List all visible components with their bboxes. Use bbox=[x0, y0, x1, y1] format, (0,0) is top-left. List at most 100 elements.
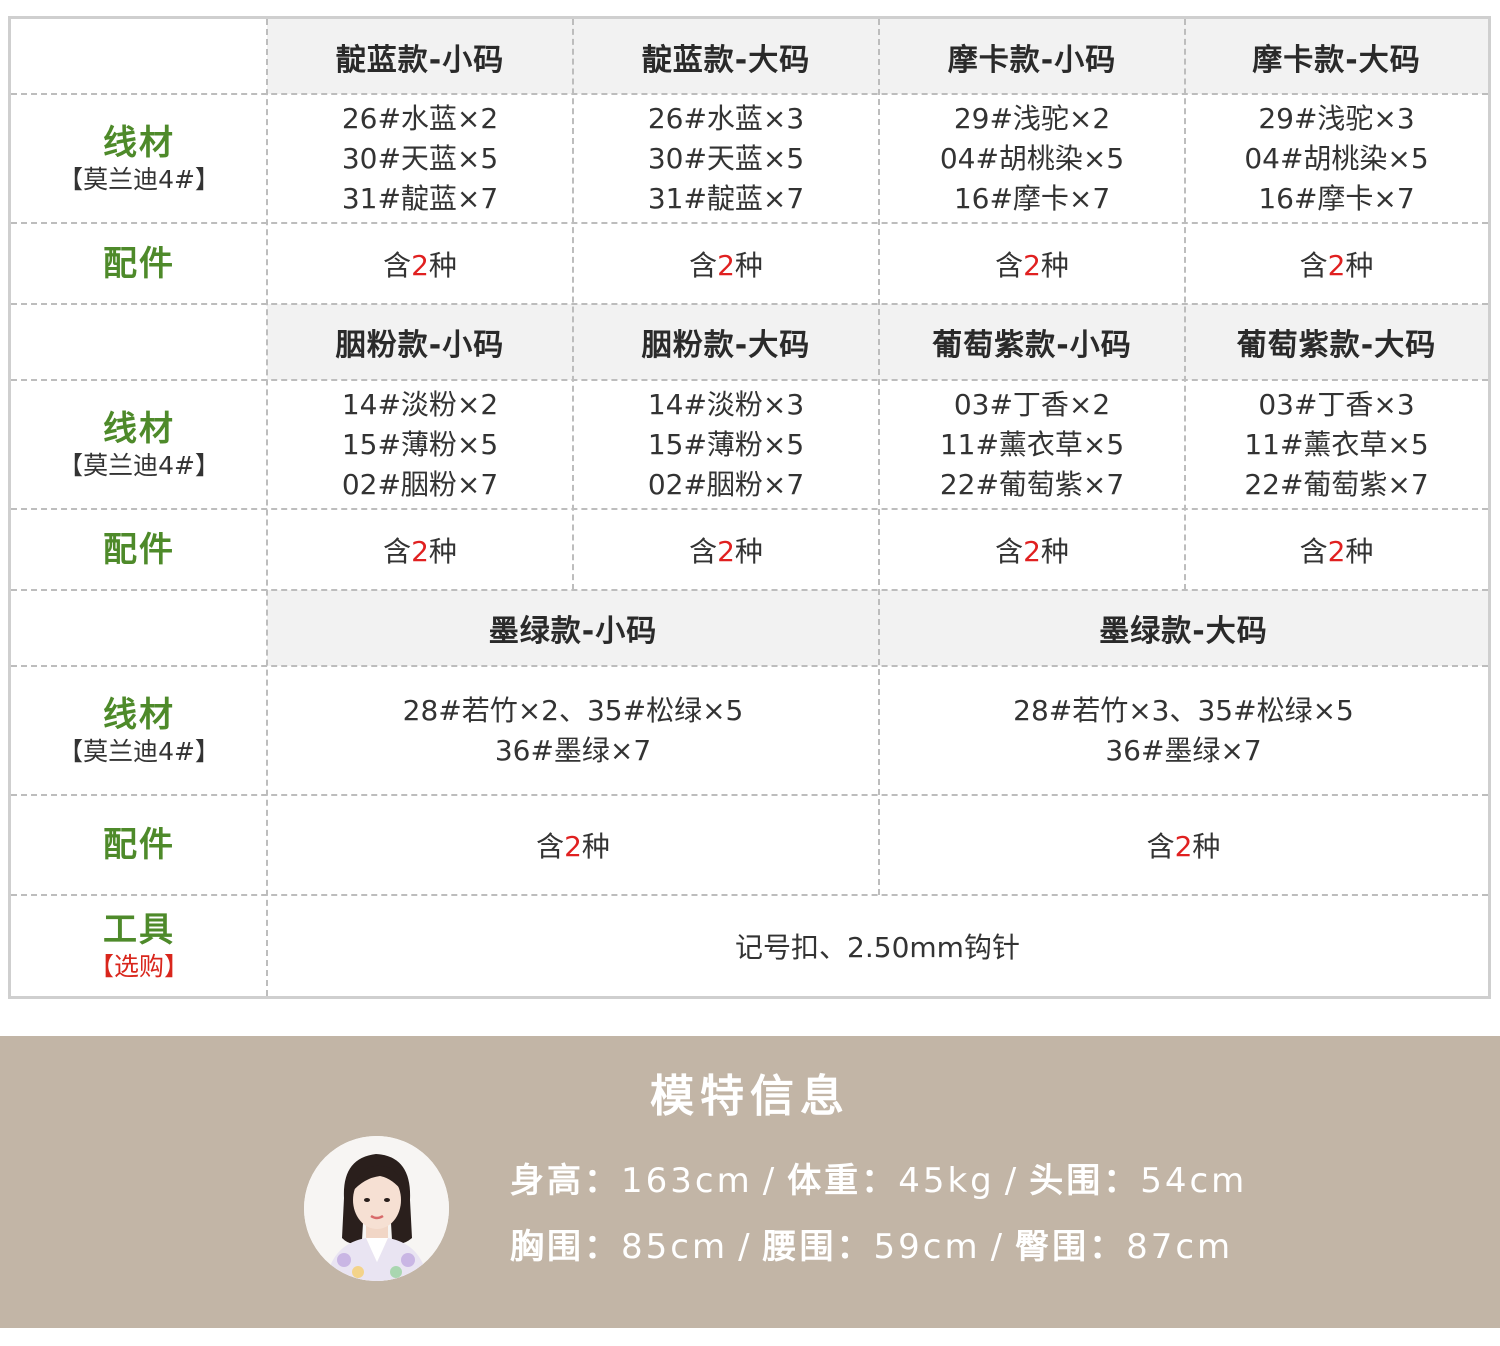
accessory-number: 2 bbox=[1174, 830, 1193, 863]
tools-label-cell: 工具 【选购】 bbox=[11, 895, 267, 996]
stat-value: 59cm bbox=[873, 1227, 981, 1267]
accessory-label-cell: 配件 bbox=[11, 509, 267, 590]
yarn-line: 03#丁香×2 bbox=[953, 387, 1111, 421]
accessory-suffix: 种 bbox=[1345, 534, 1374, 568]
style-name: 胭粉款-大码 bbox=[641, 328, 811, 363]
accessory-prefix: 含 bbox=[536, 830, 565, 863]
accessory-prefix: 含 bbox=[383, 534, 412, 568]
yarn-row: 线材 【莫兰迪4#】 14#淡粉×2 15#薄粉×5 02#胭粉×7 14#淡粉… bbox=[11, 380, 1488, 509]
divider bbox=[266, 19, 268, 996]
stat-separator: / bbox=[990, 1227, 1006, 1267]
accessory-count: 含2种 bbox=[995, 244, 1069, 284]
stat-key: 胸围： bbox=[510, 1227, 621, 1267]
yarn-cell: 14#淡粉×2 15#薄粉×5 02#胭粉×7 bbox=[267, 380, 573, 509]
model-portrait-icon bbox=[304, 1136, 449, 1281]
style-header: 葡萄紫款-小码 bbox=[879, 304, 1185, 380]
divider bbox=[11, 894, 1488, 896]
yarn-line: 36#墨绿×7 bbox=[1105, 733, 1262, 767]
accessory-count: 含2种 bbox=[689, 244, 763, 284]
accessory-prefix: 含 bbox=[383, 248, 412, 282]
yarn-cell: 28#若竹×3、35#松绿×5 36#墨绿×7 bbox=[879, 666, 1488, 795]
yarn-line: 22#葡萄紫×7 bbox=[939, 467, 1125, 501]
accessory-number: 2 bbox=[1023, 248, 1041, 282]
yarn-line: 11#薰衣草×5 bbox=[939, 427, 1125, 461]
style-name: 墨绿款-大码 bbox=[1099, 614, 1268, 649]
yarn-line: 02#胭粉×7 bbox=[341, 467, 499, 501]
yarn-line: 30#天蓝×5 bbox=[647, 141, 805, 175]
materials-table: 靛蓝款-小码 靛蓝款-大码 摩卡款-小码 摩卡款-大码 线材 【莫兰迪4#】 2… bbox=[8, 16, 1491, 999]
style-header: 胭粉款-大码 bbox=[573, 304, 879, 380]
accessory-count: 含2种 bbox=[1300, 530, 1374, 570]
accessory-suffix: 种 bbox=[1192, 830, 1221, 863]
yarn-line: 04#胡桃染×5 bbox=[1244, 141, 1429, 175]
divider bbox=[11, 589, 1488, 591]
style-header: 靛蓝款-小码 bbox=[267, 19, 573, 94]
yarn-cell: 29#浅驼×2 04#胡桃染×5 16#摩卡×7 bbox=[879, 94, 1185, 223]
yarn-line: 29#浅驼×2 bbox=[953, 101, 1111, 135]
accessory-suffix: 种 bbox=[1345, 248, 1374, 282]
accessory-cell: 含2种 bbox=[267, 223, 573, 304]
yarn-label: 线材 bbox=[103, 694, 175, 735]
style-name: 胭粉款-小码 bbox=[335, 328, 505, 363]
accessory-prefix: 含 bbox=[1146, 830, 1175, 863]
stat-separator: / bbox=[738, 1227, 753, 1267]
yarn-line: 31#靛蓝×7 bbox=[341, 181, 499, 215]
accessory-prefix: 含 bbox=[689, 534, 718, 568]
accessory-suffix: 种 bbox=[1040, 248, 1069, 282]
accessory-number: 2 bbox=[717, 248, 735, 282]
accessory-count: 含2种 bbox=[689, 530, 763, 570]
style-name: 摩卡款-大码 bbox=[1252, 42, 1421, 78]
accessory-cell: 含2种 bbox=[573, 509, 879, 590]
style-header: 葡萄紫款-大码 bbox=[1185, 304, 1488, 380]
accessory-cell: 含2种 bbox=[1185, 223, 1488, 304]
yarn-row: 线材 【莫兰迪4#】 26#水蓝×2 30#天蓝×5 31#靛蓝×7 26#水蓝… bbox=[11, 94, 1488, 223]
header-row: 胭粉款-小码 胭粉款-大码 葡萄紫款-小码 葡萄紫款-大码 bbox=[11, 304, 1488, 380]
yarn-cell: 26#水蓝×2 30#天蓝×5 31#靛蓝×7 bbox=[267, 94, 573, 223]
divider bbox=[11, 379, 1488, 381]
header-label-cell bbox=[11, 590, 267, 666]
style-name: 靛蓝款-大码 bbox=[641, 42, 811, 78]
yarn-brand: 【莫兰迪4#】 bbox=[58, 450, 220, 480]
model-avatar bbox=[304, 1136, 449, 1281]
accessory-label: 配件 bbox=[103, 243, 175, 284]
divider bbox=[878, 19, 880, 895]
yarn-cell: 26#水蓝×3 30#天蓝×5 31#靛蓝×7 bbox=[573, 94, 879, 223]
accessory-cell: 含2种 bbox=[879, 223, 1185, 304]
accessory-number: 2 bbox=[717, 534, 735, 568]
yarn-cell: 03#丁香×3 11#薰衣草×5 22#葡萄紫×7 bbox=[1185, 380, 1488, 509]
model-stats-line-1: 身高：163cm / 体重：45kg / 头围：54cm bbox=[510, 1153, 1247, 1202]
header-label-cell bbox=[11, 19, 267, 94]
divider bbox=[11, 222, 1488, 224]
accessory-label-cell: 配件 bbox=[11, 223, 267, 304]
yarn-line: 11#薰衣草×5 bbox=[1244, 427, 1429, 461]
style-header: 墨绿款-大码 bbox=[879, 590, 1488, 666]
stat-key: 腰围： bbox=[762, 1227, 874, 1267]
divider bbox=[1184, 19, 1186, 590]
style-header: 胭粉款-小码 bbox=[267, 304, 573, 380]
accessory-suffix: 种 bbox=[1040, 534, 1069, 568]
yarn-line: 26#水蓝×3 bbox=[647, 101, 805, 135]
stat-key: 臀围： bbox=[1015, 1227, 1127, 1267]
style-header: 靛蓝款-大码 bbox=[573, 19, 879, 94]
style-header: 墨绿款-小码 bbox=[267, 590, 879, 666]
accessory-cell: 含2种 bbox=[267, 795, 879, 895]
stat-separator: / bbox=[762, 1161, 778, 1201]
yarn-line: 29#浅驼×3 bbox=[1258, 101, 1415, 135]
yarn-line: 22#葡萄紫×7 bbox=[1244, 467, 1429, 501]
stat-key: 身高： bbox=[510, 1161, 621, 1201]
divider bbox=[11, 303, 1488, 305]
yarn-row: 线材 【莫兰迪4#】 28#若竹×2、35#松绿×5 36#墨绿×7 28#若竹… bbox=[11, 666, 1488, 795]
model-info-title: 模特信息 bbox=[650, 1071, 850, 1122]
style-name: 葡萄紫款-大码 bbox=[1236, 328, 1437, 363]
yarn-line: 15#薄粉×5 bbox=[647, 427, 805, 461]
yarn-line: 26#水蓝×2 bbox=[341, 101, 499, 135]
accessory-number: 2 bbox=[1327, 534, 1346, 568]
yarn-line: 14#淡粉×3 bbox=[647, 387, 805, 421]
accessory-row: 配件 含2种 含2种 含2种 含2种 bbox=[11, 509, 1488, 590]
accessory-prefix: 含 bbox=[689, 248, 718, 282]
accessory-cell: 含2种 bbox=[879, 509, 1185, 590]
yarn-line: 15#薄粉×5 bbox=[341, 427, 499, 461]
yarn-label: 线材 bbox=[103, 408, 175, 449]
tools-value: 记号扣、2.50mm钩针 bbox=[735, 930, 1020, 964]
accessory-row: 配件 含2种 含2种 bbox=[11, 795, 1488, 895]
